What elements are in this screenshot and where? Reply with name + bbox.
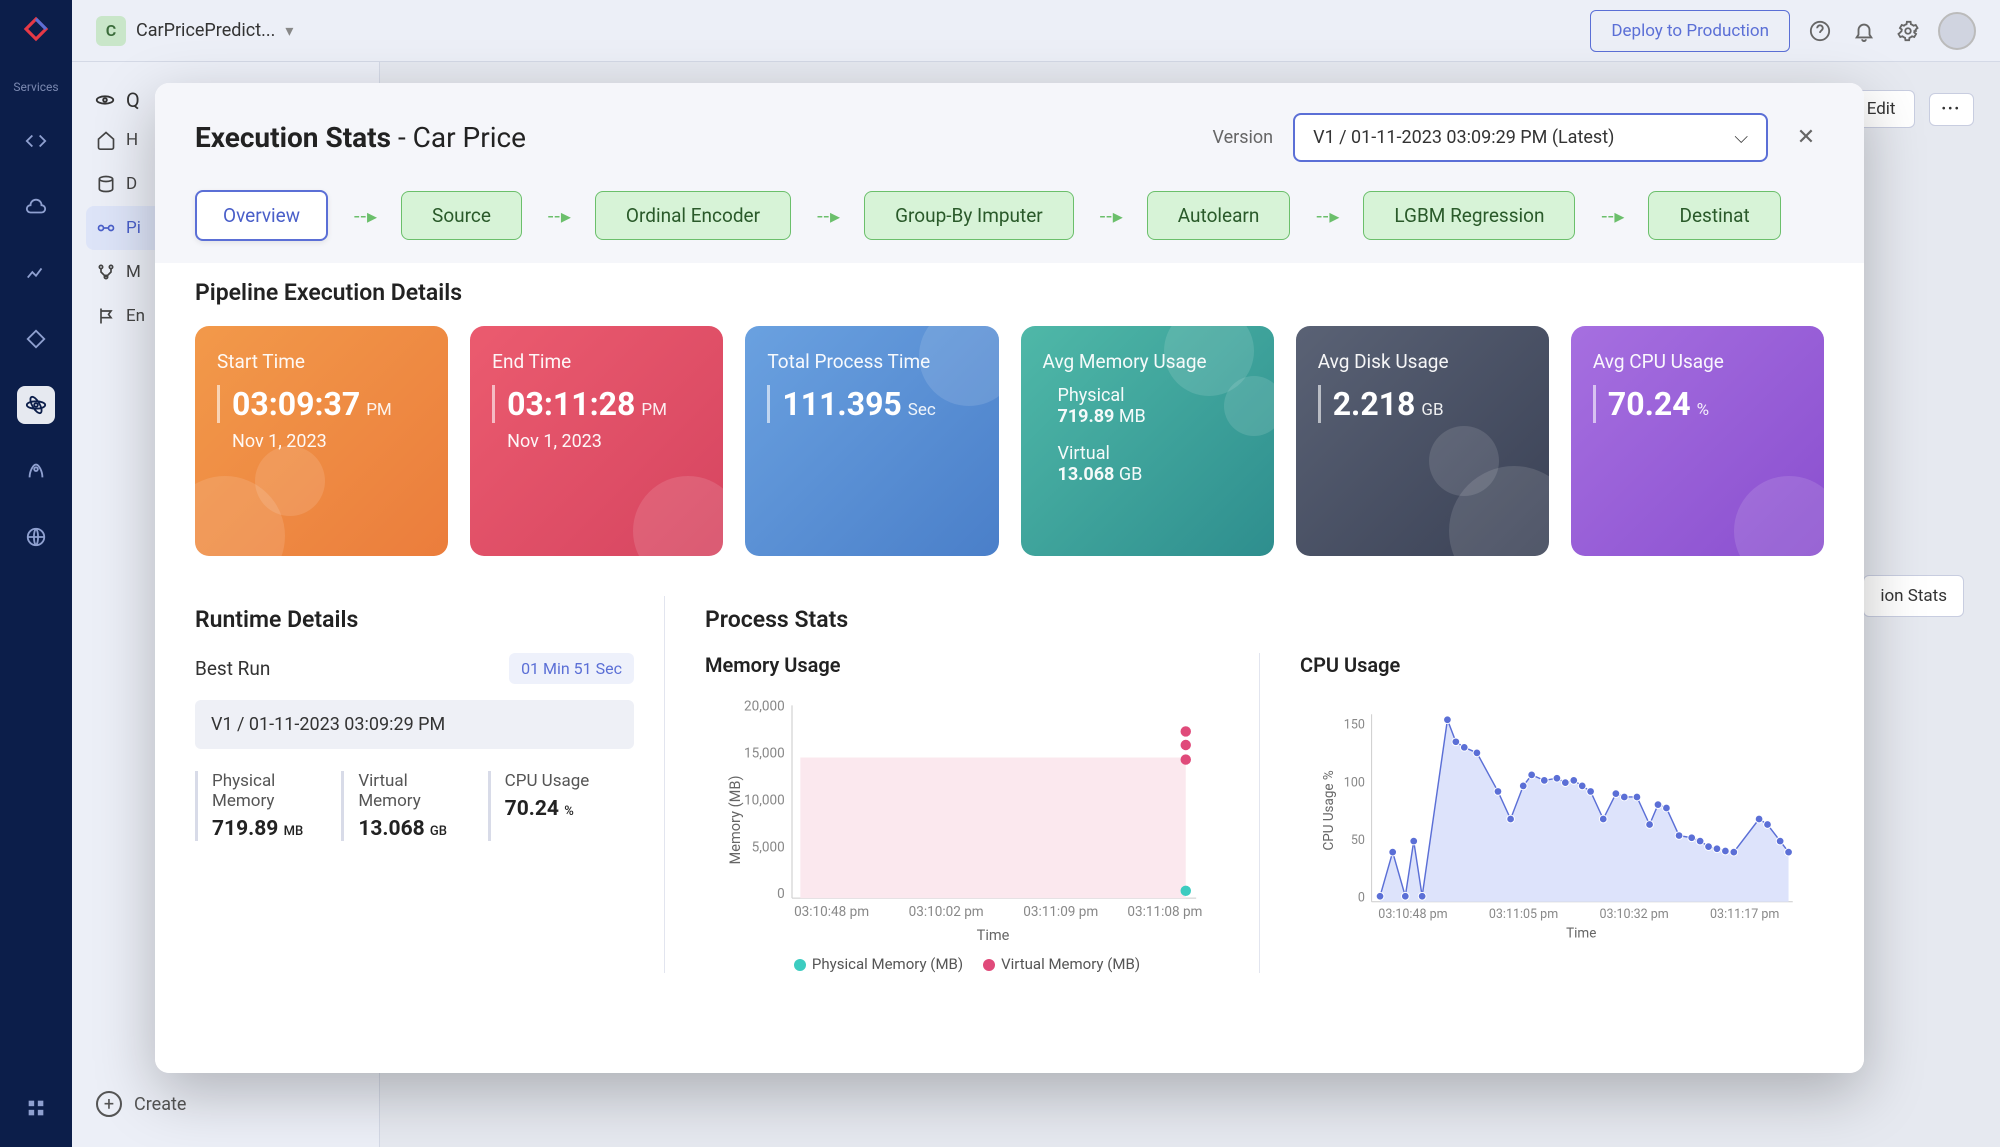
project-selector[interactable]: C CarPricePredict... ▾	[96, 16, 293, 46]
pipeline-node-source[interactable]: Source	[401, 191, 522, 240]
user-avatar[interactable]	[1938, 12, 1976, 50]
close-button[interactable]: ✕	[1788, 120, 1824, 156]
modal-header: Execution Stats - Car Price Version V1 /…	[155, 83, 1864, 162]
svg-text:0: 0	[1358, 891, 1365, 906]
pipeline-node-autolearn[interactable]: Autolearn	[1147, 191, 1291, 240]
settings-icon[interactable]	[1894, 17, 1922, 45]
svg-text:03:11:05 pm: 03:11:05 pm	[1489, 907, 1558, 922]
best-run-badge: 01 Min 51 Sec	[509, 653, 634, 684]
metric-disk: Avg Disk Usage 2.218GB	[1296, 326, 1549, 556]
tab-overview[interactable]: Overview	[195, 190, 328, 241]
rail-globe-icon[interactable]	[17, 518, 55, 556]
arrow-icon: - - ▸	[1316, 204, 1337, 228]
section-title: Pipeline Execution Details	[195, 279, 1824, 306]
help-icon[interactable]	[1806, 17, 1834, 45]
svg-text:Time: Time	[977, 926, 1010, 944]
bg-stats-button[interactable]: ion Stats	[1863, 575, 1964, 617]
svg-text:5,000: 5,000	[752, 839, 785, 855]
modal-body: Pipeline Execution Details Start Time 03…	[155, 263, 1864, 1073]
project-badge: C	[96, 16, 126, 46]
services-label: Services	[13, 80, 58, 94]
metric-grid: Start Time 03:09:37PM Nov 1, 2023 End Ti…	[195, 326, 1824, 556]
svg-text:15,000: 15,000	[744, 746, 785, 762]
rail-cloud-icon[interactable]	[17, 188, 55, 226]
memory-chart: Memory Usage Memory (MB) 20,000 15,000 1…	[705, 653, 1260, 973]
version-label: Version	[1213, 127, 1274, 148]
process-stats: Process Stats Memory Usage Memory (MB) 2…	[695, 596, 1824, 973]
arrow-icon: - - ▸	[817, 204, 838, 228]
chevron-down-icon: ⌵	[1734, 127, 1748, 148]
svg-text:03:10:48 pm: 03:10:48 pm	[794, 904, 869, 920]
metric-start-time: Start Time 03:09:37PM Nov 1, 2023	[195, 326, 448, 556]
svg-text:CPU Usage %: CPU Usage %	[1322, 770, 1337, 850]
best-run-label: Best Run	[195, 657, 270, 680]
create-button[interactable]: + Create	[86, 1081, 365, 1127]
pipeline-node-lgbm[interactable]: LGBM Regression	[1363, 191, 1575, 240]
svg-text:10,000: 10,000	[744, 792, 785, 808]
metric-memory: Avg Memory Usage Physical 719.89 MB Virt…	[1021, 326, 1274, 556]
modal-title: Execution Stats - Car Price	[195, 121, 526, 154]
memory-legend: Physical Memory (MB) Virtual Memory (MB)	[705, 955, 1229, 973]
left-rail: Services	[0, 0, 72, 1147]
svg-text:03:10:48 pm: 03:10:48 pm	[1378, 907, 1447, 922]
svg-text:20,000: 20,000	[744, 699, 785, 715]
chevron-down-icon: ▾	[285, 21, 293, 40]
svg-text:Time: Time	[1566, 926, 1596, 941]
rail-apps-icon[interactable]	[17, 1089, 55, 1127]
metric-process-time: Total Process Time 111.395Sec	[745, 326, 998, 556]
cpu-chart: CPU Usage CPU Usage % 150 100 50 0	[1300, 653, 1824, 973]
rail-analytics-icon[interactable]	[17, 254, 55, 292]
pipeline-row: Overview - - ▸ Source - - ▸ Ordinal Enco…	[155, 162, 1864, 263]
svg-text:0: 0	[777, 886, 785, 902]
svg-text:03:10:32 pm: 03:10:32 pm	[1599, 907, 1668, 922]
runtime-details: Runtime Details Best Run 01 Min 51 Sec V…	[195, 596, 665, 973]
version-select[interactable]: V1 / 01-11-2023 03:09:29 PM (Latest) ⌵	[1293, 113, 1768, 162]
topbar: C CarPricePredict... ▾ Deploy to Product…	[72, 0, 2000, 62]
plus-icon: +	[96, 1091, 122, 1117]
pipeline-node-imputer[interactable]: Group-By Imputer	[864, 191, 1074, 240]
svg-text:03:11:09 pm: 03:11:09 pm	[1023, 904, 1098, 920]
rail-diamond-icon[interactable]	[17, 320, 55, 358]
metric-end-time: End Time 03:11:28PM Nov 1, 2023	[470, 326, 723, 556]
arrow-icon: - - ▸	[1601, 204, 1622, 228]
arrow-icon: - - ▸	[354, 204, 375, 228]
arrow-icon: - - ▸	[1100, 204, 1121, 228]
pipeline-node-encoder[interactable]: Ordinal Encoder	[595, 191, 791, 240]
mini-cpu: CPU Usage 70.24 %	[488, 771, 634, 841]
more-button[interactable]: •••	[1929, 93, 1975, 126]
svg-text:150: 150	[1344, 718, 1365, 733]
rail-code-icon[interactable]	[17, 122, 55, 160]
metric-cpu: Avg CPU Usage 70.24%	[1571, 326, 1824, 556]
arrow-icon: - - ▸	[548, 204, 569, 228]
lower-section: Runtime Details Best Run 01 Min 51 Sec V…	[195, 596, 1824, 973]
execution-stats-modal: Execution Stats - Car Price Version V1 /…	[155, 83, 1864, 1073]
svg-text:Memory (MB): Memory (MB)	[726, 775, 744, 864]
mini-phys-memory: Physical Memory 719.89 MB	[195, 771, 341, 841]
deploy-button[interactable]: Deploy to Production	[1590, 10, 1790, 52]
svg-text:100: 100	[1344, 775, 1365, 790]
app-logo-icon	[21, 14, 51, 52]
svg-text:03:11:17 pm: 03:11:17 pm	[1710, 907, 1779, 922]
svg-text:03:11:08 pm: 03:11:08 pm	[1127, 904, 1202, 920]
mini-virt-memory: Virtual Memory 13.068 GB	[341, 771, 487, 841]
bg-right-controls: Edit •••	[1848, 90, 1974, 128]
svg-text:03:10:02 pm: 03:10:02 pm	[909, 904, 984, 920]
pipeline-node-destination[interactable]: Destinat	[1648, 191, 1780, 240]
bell-icon[interactable]	[1850, 17, 1878, 45]
svg-text:50: 50	[1351, 833, 1365, 848]
runtime-version-chip[interactable]: V1 / 01-11-2023 03:09:29 PM	[195, 700, 634, 749]
rail-atom-icon[interactable]	[17, 386, 55, 424]
rail-rocket-icon[interactable]	[17, 452, 55, 490]
project-name: CarPricePredict...	[136, 20, 275, 41]
